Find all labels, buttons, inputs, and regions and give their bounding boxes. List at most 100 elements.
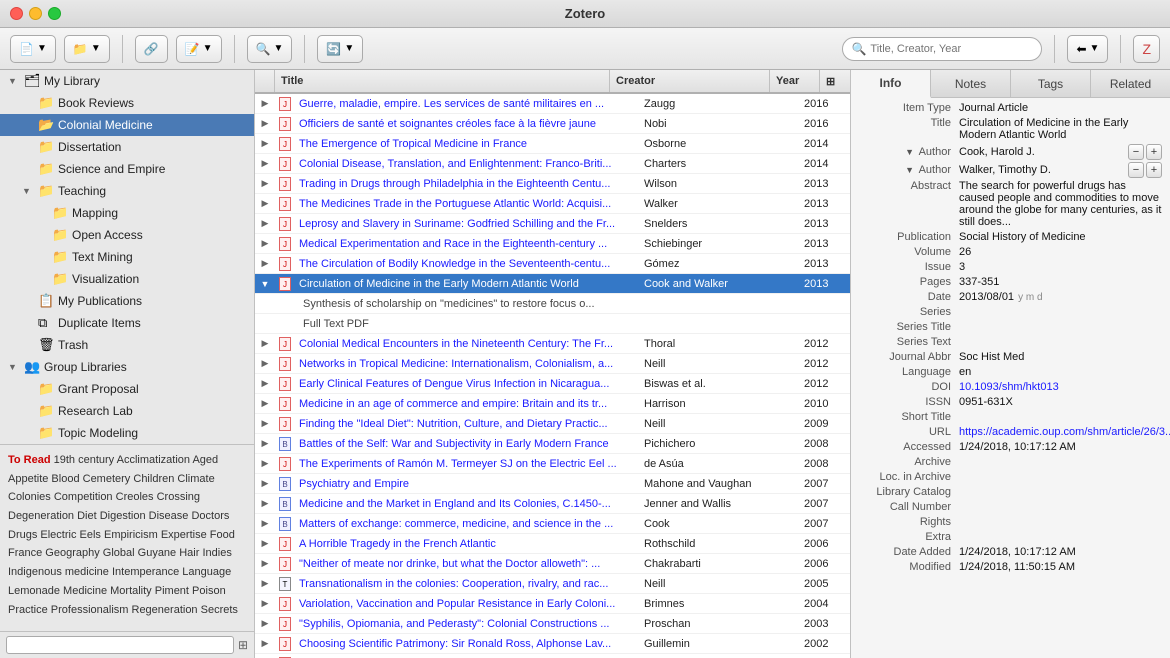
sidebar-item-book-reviews[interactable]: 📁Book Reviews — [0, 92, 254, 114]
col-header-actions[interactable]: ⊞ — [820, 70, 850, 92]
table-row[interactable]: ▶BPsychiatry and EmpireMahone and Vaugha… — [255, 474, 850, 494]
tag-doctors[interactable]: Doctors — [191, 510, 229, 522]
tag-acclimatization[interactable]: Acclimatization — [117, 454, 193, 466]
tag-expertise[interactable]: Expertise — [161, 529, 210, 541]
sidebar-item-mapping[interactable]: 📁Mapping — [0, 202, 254, 224]
sidebar-item-research-lab[interactable]: 📁Research Lab — [0, 400, 254, 422]
table-row[interactable]: ▶JThe Medicines Trade in the Portuguese … — [255, 194, 850, 214]
table-row[interactable]: ▶J"Syphilis, Opiomania, and Pederasty": … — [255, 614, 850, 634]
right-tab-notes[interactable]: Notes — [931, 70, 1011, 97]
new-item-button[interactable]: 📄 ▼ — [10, 35, 56, 63]
date-ymd-buttons[interactable]: y m d — [1018, 292, 1042, 303]
tag-view-icon[interactable]: ⊞ — [238, 638, 248, 652]
tag-digestion[interactable]: Digestion — [100, 510, 149, 522]
table-row[interactable]: ▶JGuerre, maladie, empire. Les services … — [255, 94, 850, 114]
add-note-button[interactable]: 📝 ▼ — [176, 35, 222, 63]
table-row[interactable]: ▶BBattles of the Self: War and Subjectiv… — [255, 434, 850, 454]
col-header-title[interactable]: Title — [275, 70, 610, 92]
table-row[interactable]: ▶BMatters of exchange: commerce, medicin… — [255, 514, 850, 534]
zotero-icon-button[interactable]: Z — [1133, 35, 1160, 63]
tag-france[interactable]: France — [8, 547, 45, 559]
tag-to-read[interactable]: To Read — [8, 454, 54, 466]
tag-19th-century[interactable]: 19th century — [54, 454, 117, 466]
tag-indies[interactable]: Indies — [202, 547, 231, 559]
tag-poison[interactable]: Poison — [192, 585, 226, 597]
info-value[interactable]: https://academic.oup.com/shm/article/26/… — [959, 426, 1170, 438]
locate-button[interactable]: 🔍 ▼ — [247, 35, 293, 63]
tag-electric-eels[interactable]: Electric Eels — [40, 529, 104, 541]
tag-blood[interactable]: Blood — [51, 473, 82, 485]
table-row[interactable]: ▶JNetworks in Tropical Medicine: Interna… — [255, 354, 850, 374]
tag-lemonade[interactable]: Lemonade — [8, 585, 63, 597]
table-row[interactable]: ▶JA Horrible Tragedy in the French Atlan… — [255, 534, 850, 554]
info-value[interactable]: 10.1093/shm/hkt013 — [959, 381, 1162, 393]
sidebar-item-grant-proposal[interactable]: 📁Grant Proposal — [0, 378, 254, 400]
author-remove-button[interactable]: − — [1128, 162, 1144, 178]
table-row[interactable]: ▶TTransnationalism in the colonies: Coop… — [255, 574, 850, 594]
author-remove-button[interactable]: − — [1128, 144, 1144, 160]
sidebar-item-my-library[interactable]: ▼🗂My Library — [0, 70, 254, 92]
tag-aged[interactable]: Aged — [192, 454, 218, 466]
right-tab-tags[interactable]: Tags — [1011, 70, 1091, 97]
tag-diet[interactable]: Diet — [77, 510, 100, 522]
tag-food[interactable]: Food — [210, 529, 235, 541]
tag-geography[interactable]: Geography — [45, 547, 102, 559]
sidebar-item-science-and-empire[interactable]: 📁Science and Empire — [0, 158, 254, 180]
tag-intemperance[interactable]: Intemperance — [112, 566, 182, 578]
table-row[interactable]: ▶JMedicine in an age of commerce and emp… — [255, 394, 850, 414]
minimize-button[interactable] — [29, 7, 42, 20]
table-row[interactable]: ▶JThe Circulation of Bodily Knowledge in… — [255, 254, 850, 274]
tag-drugs[interactable]: Drugs — [8, 529, 40, 541]
fold-arrow-icon[interactable]: ▼ — [905, 165, 916, 175]
tag-search-input[interactable] — [6, 636, 234, 654]
table-row[interactable]: ▶JOfficiers de santé et soignantes créol… — [255, 114, 850, 134]
tag-degeneration[interactable]: Degeneration — [8, 510, 77, 522]
navigate-back-button[interactable]: ⬅ ▼ — [1067, 35, 1108, 63]
sidebar-item-teaching[interactable]: ▼📁Teaching — [0, 180, 254, 202]
tag-empiricism[interactable]: Empiricism — [104, 529, 161, 541]
tag-climate[interactable]: Climate — [177, 473, 214, 485]
search-input[interactable] — [870, 43, 1033, 55]
tag-professionalism[interactable]: Professionalism — [51, 604, 132, 616]
tag-cemetery[interactable]: Cemetery — [83, 473, 134, 485]
author-add-button[interactable]: + — [1146, 162, 1162, 178]
col-header-year[interactable]: Year — [770, 70, 820, 92]
sidebar-item-duplicate-items[interactable]: ⧉Duplicate Items — [0, 312, 254, 334]
tag-creoles[interactable]: Creoles — [116, 491, 157, 503]
tag-secrets[interactable]: Secrets — [201, 604, 238, 616]
right-tab-related[interactable]: Related — [1091, 70, 1170, 97]
table-row[interactable]: ▶BMedicine and the Market in England and… — [255, 494, 850, 514]
table-row[interactable]: ▶JColonial Disease, Translation, and Enl… — [255, 154, 850, 174]
sidebar-item-visualization[interactable]: 📁Visualization — [0, 268, 254, 290]
tag-regeneration[interactable]: Regeneration — [132, 604, 201, 616]
author-add-button[interactable]: + — [1146, 144, 1162, 160]
table-row[interactable]: ▶JMadness and Colonization: Psychiatry i… — [255, 654, 850, 658]
table-row[interactable]: ▶JVariolation, Vaccination and Popular R… — [255, 594, 850, 614]
tag-guyane[interactable]: Guyane — [138, 547, 180, 559]
tag-medicine[interactable]: Medicine — [63, 585, 110, 597]
sidebar-item-open-access[interactable]: 📁Open Access — [0, 224, 254, 246]
table-row[interactable]: ▶JThe Experiments of Ramón M. Termeyer S… — [255, 454, 850, 474]
tag-piment[interactable]: Piment — [155, 585, 192, 597]
sidebar-item-my-publications[interactable]: 📋My Publications — [0, 290, 254, 312]
table-row[interactable]: ▶JChoosing Scientific Patrimony: Sir Ron… — [255, 634, 850, 654]
sync-button[interactable]: 🔄 ▼ — [317, 35, 363, 63]
tag-crossing[interactable]: Crossing — [157, 491, 200, 503]
sidebar-item-trash[interactable]: 🗑Trash — [0, 334, 254, 356]
fold-arrow-icon[interactable]: ▼ — [905, 147, 916, 157]
sidebar-item-dissertation[interactable]: 📁Dissertation — [0, 136, 254, 158]
right-tab-info[interactable]: Info — [851, 70, 931, 98]
tag-indigenous-medicine[interactable]: Indigenous medicine — [8, 566, 112, 578]
tag-colonies[interactable]: Colonies — [8, 491, 54, 503]
tag-global[interactable]: Global — [103, 547, 138, 559]
table-row[interactable]: Full Text PDF — [255, 314, 850, 334]
tag-children[interactable]: Children — [133, 473, 177, 485]
add-attachment-button[interactable]: 🔗 — [135, 35, 168, 63]
table-row[interactable]: ▼JCirculation of Medicine in the Early M… — [255, 274, 850, 294]
table-row[interactable]: ▶JFinding the "Ideal Diet": Nutrition, C… — [255, 414, 850, 434]
sidebar-item-text-mining[interactable]: 📁Text Mining — [0, 246, 254, 268]
table-row[interactable]: ▶JEarly Clinical Features of Dengue Viru… — [255, 374, 850, 394]
tag-disease[interactable]: Disease — [149, 510, 192, 522]
table-row[interactable]: ▶JColonial Medical Encounters in the Nin… — [255, 334, 850, 354]
table-row[interactable]: ▶JTrading in Drugs through Philadelphia … — [255, 174, 850, 194]
